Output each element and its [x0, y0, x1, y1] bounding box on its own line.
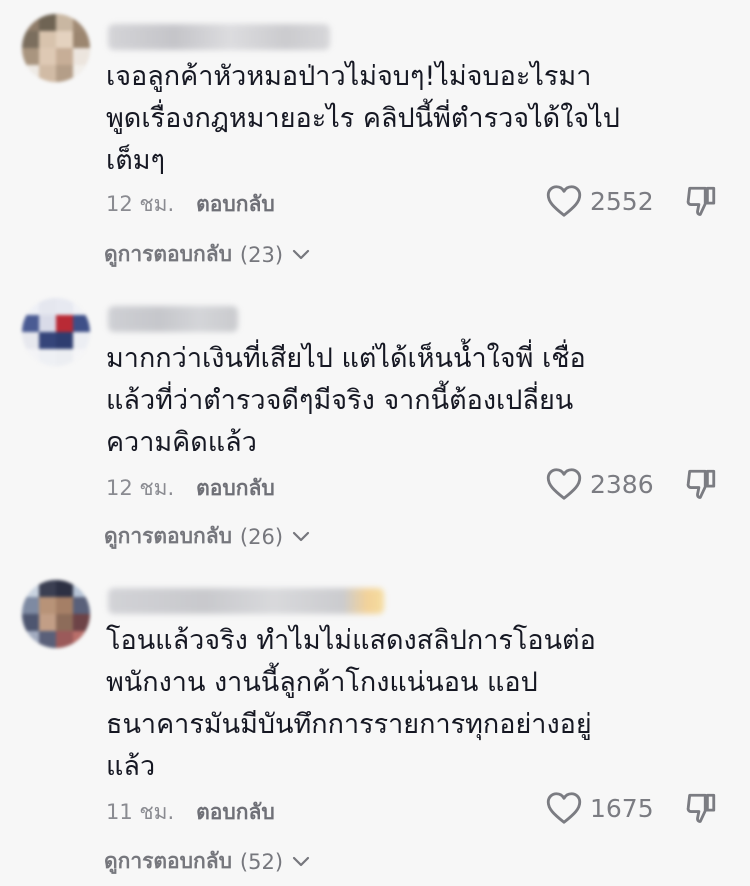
- like-count: 1675: [590, 793, 654, 823]
- thumbs-down-icon[interactable]: [684, 184, 718, 218]
- username-redacted[interactable]: [108, 588, 384, 614]
- view-replies-button[interactable]: ดูการตอบกลับ (52): [104, 845, 311, 878]
- heart-outline-icon[interactable]: [546, 184, 582, 218]
- like-button[interactable]: 2552: [546, 184, 654, 218]
- thumbs-down-icon[interactable]: [684, 791, 718, 825]
- reply-count: (52): [239, 849, 284, 874]
- like-button[interactable]: 2386: [546, 467, 654, 501]
- view-replies-button[interactable]: ดูการตอบกลับ (26): [104, 520, 311, 553]
- avatar[interactable]: [22, 298, 90, 366]
- comment-text: เจอลูกค้าหัวหมอป่าวไม่จบๆ!ไม่จบอะไรมา พู…: [106, 61, 620, 176]
- username-redacted[interactable]: [108, 306, 238, 332]
- username-redacted[interactable]: [108, 24, 330, 50]
- avatar[interactable]: [22, 580, 90, 648]
- chevron-down-icon: [292, 856, 310, 866]
- reply-button[interactable]: ตอบกลับ: [196, 796, 275, 829]
- view-replies-button[interactable]: ดูการตอบกลับ (23): [104, 238, 311, 271]
- reply-count: (23): [239, 242, 284, 267]
- view-replies-label: ดูการตอบกลับ: [104, 242, 232, 266]
- reply-count: (26): [239, 524, 284, 549]
- like-count: 2552: [590, 186, 654, 216]
- chevron-down-icon: [292, 249, 310, 259]
- chevron-down-icon: [292, 531, 310, 541]
- comment-time: 11 ชม.: [106, 800, 175, 824]
- comment-time: 12 ชม.: [106, 192, 175, 216]
- reply-button[interactable]: ตอบกลับ: [196, 472, 275, 505]
- comment-text: มากกว่าเงินที่เสียไป แต่ได้เห็นน้ำใจพี่ …: [106, 343, 586, 458]
- like-button[interactable]: 1675: [546, 791, 654, 825]
- dislike-button[interactable]: [684, 467, 718, 505]
- dislike-button[interactable]: [684, 791, 718, 829]
- heart-outline-icon[interactable]: [546, 791, 582, 825]
- comment-meta: 12 ชม. ตอบกลับ: [106, 472, 275, 505]
- comment-meta: 11 ชม. ตอบกลับ: [106, 796, 275, 829]
- avatar[interactable]: [22, 14, 90, 82]
- thumbs-down-icon[interactable]: [684, 467, 718, 501]
- view-replies-label: ดูการตอบกลับ: [104, 849, 232, 873]
- heart-outline-icon[interactable]: [546, 467, 582, 501]
- like-count: 2386: [590, 469, 654, 499]
- comment-time: 12 ชม.: [106, 476, 175, 500]
- comment-text: โอนแล้วจริง ทำไมไม่แสดงสลิปการโอนต่อ พนั…: [106, 625, 596, 782]
- view-replies-label: ดูการตอบกลับ: [104, 524, 232, 548]
- reply-button[interactable]: ตอบกลับ: [196, 188, 275, 221]
- comment-meta: 12 ชม. ตอบกลับ: [106, 188, 275, 221]
- dislike-button[interactable]: [684, 184, 718, 222]
